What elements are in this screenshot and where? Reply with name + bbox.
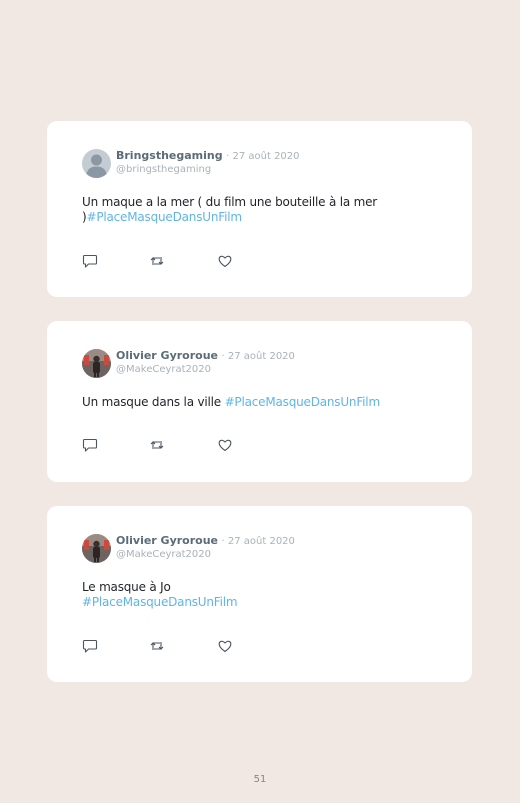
retweet-icon[interactable] — [149, 437, 165, 453]
reply-icon[interactable] — [82, 253, 98, 269]
hashtag-link[interactable]: #PlaceMasqueDansUnFilm — [82, 595, 412, 610]
author-name[interactable]: Olivier Gyroroue — [116, 349, 218, 362]
tweet-meta: Bringsthegaming · 27 août 2020 @bringsth… — [116, 149, 300, 176]
tweet-card: Olivier Gyroroue · 27 août 2020 @MakeCey… — [47, 506, 472, 682]
tweet-actions — [82, 437, 242, 453]
tweet-text: Le masque à Jo #PlaceMasqueDansUnFilm — [82, 580, 412, 610]
author-name[interactable]: Olivier Gyroroue — [116, 534, 218, 547]
author-name[interactable]: Bringsthegaming — [116, 149, 223, 162]
tweet-meta: Olivier Gyroroue · 27 août 2020 @MakeCey… — [116, 534, 295, 561]
tweet-body: Le masque à Jo — [82, 580, 171, 594]
author-handle[interactable]: @MakeCeyrat2020 — [116, 363, 295, 376]
tweet-actions — [82, 253, 242, 269]
default-user-icon — [86, 154, 107, 178]
avatar[interactable] — [82, 349, 111, 378]
tweet-date[interactable]: · 27 août 2020 — [222, 536, 295, 547]
like-icon[interactable] — [217, 638, 233, 654]
tweet-date[interactable]: · 27 août 2020 — [226, 151, 299, 162]
tweet-text: Un masque dans la ville #PlaceMasqueDans… — [82, 395, 442, 410]
hashtag-link[interactable]: #PlaceMasqueDansUnFilm — [225, 395, 381, 409]
retweet-icon[interactable] — [149, 253, 165, 269]
tweet-card: Bringsthegaming · 27 août 2020 @bringsth… — [47, 121, 472, 297]
reply-icon[interactable] — [82, 437, 98, 453]
like-icon[interactable] — [217, 253, 233, 269]
tweet-actions — [82, 638, 242, 654]
tweet-card: Olivier Gyroroue · 27 août 2020 @MakeCey… — [47, 321, 472, 482]
tweet-body: Un masque dans la ville — [82, 395, 225, 409]
author-handle[interactable]: @bringsthegaming — [116, 163, 300, 176]
tweet-date[interactable]: · 27 août 2020 — [222, 351, 295, 362]
hashtag-link[interactable]: #PlaceMasqueDansUnFilm — [86, 210, 242, 224]
profile-photo — [82, 534, 111, 563]
tweet-text: Un maque a la mer ( du film une bouteill… — [82, 195, 412, 225]
reply-icon[interactable] — [82, 638, 98, 654]
profile-photo — [82, 349, 111, 378]
retweet-icon[interactable] — [149, 638, 165, 654]
like-icon[interactable] — [217, 437, 233, 453]
tweet-meta: Olivier Gyroroue · 27 août 2020 @MakeCey… — [116, 349, 295, 376]
avatar[interactable] — [82, 149, 111, 178]
page-number: 51 — [253, 774, 267, 785]
avatar[interactable] — [82, 534, 111, 563]
author-handle[interactable]: @MakeCeyrat2020 — [116, 548, 295, 561]
